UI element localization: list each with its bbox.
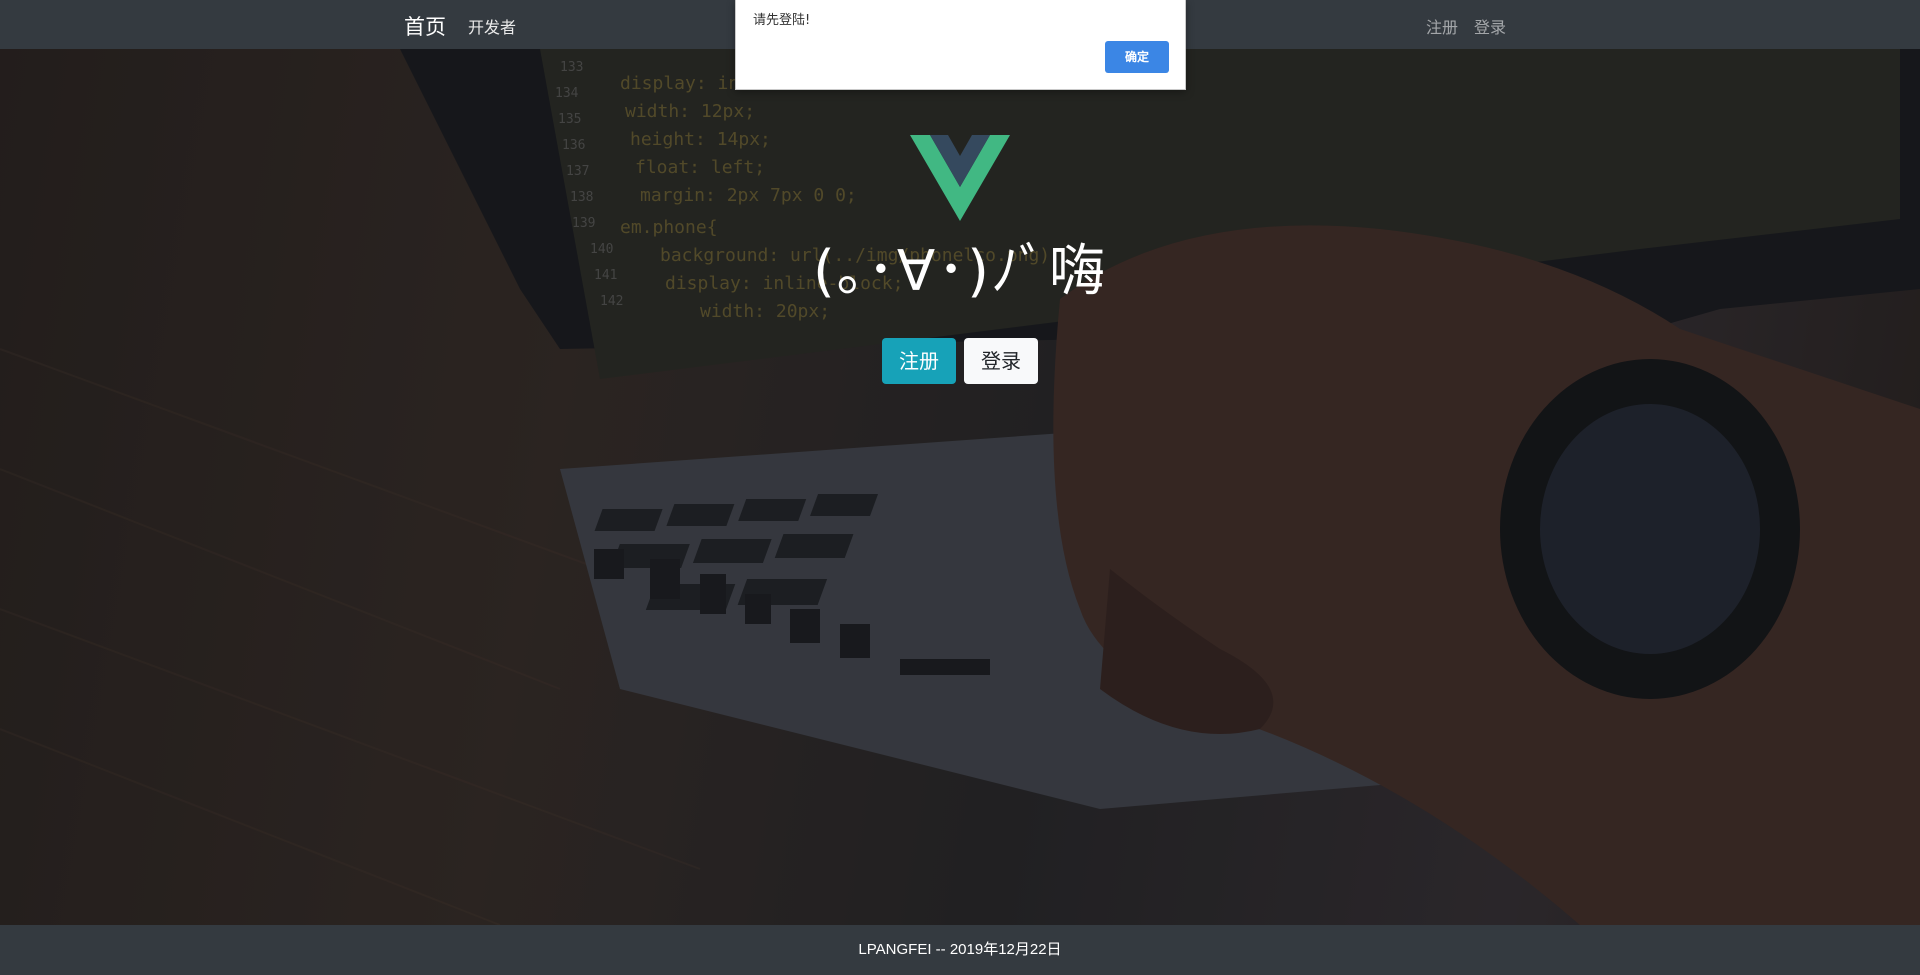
footer-text: LPANGFEI -- 2019年12月22日 xyxy=(858,941,1062,958)
hero-content: (｡･∀･)ﾉﾞ嗨 注册 登录 xyxy=(0,49,1920,925)
register-button[interactable]: 注册 xyxy=(882,338,956,384)
alert-ok-button[interactable]: 确定 xyxy=(1105,41,1169,73)
page: display: inline width: 12px; height: 14p… xyxy=(0,0,1920,975)
login-button[interactable]: 登录 xyxy=(964,338,1038,384)
alert-dialog: 请先登陆! 确定 xyxy=(735,0,1186,90)
alert-message: 请先登陆! xyxy=(753,13,811,28)
nav-home-brand[interactable]: 首页 xyxy=(404,11,446,41)
vue-logo-icon xyxy=(910,135,1010,221)
nav-developer-link[interactable]: 开发者 xyxy=(468,14,516,38)
nav-register-link[interactable]: 注册 xyxy=(1426,14,1458,38)
footer: LPANGFEI -- 2019年12月22日 xyxy=(0,925,1920,975)
greeting-heading: (｡･∀･)ﾉﾞ嗨 xyxy=(812,239,1107,304)
nav-login-link[interactable]: 登录 xyxy=(1474,14,1506,38)
